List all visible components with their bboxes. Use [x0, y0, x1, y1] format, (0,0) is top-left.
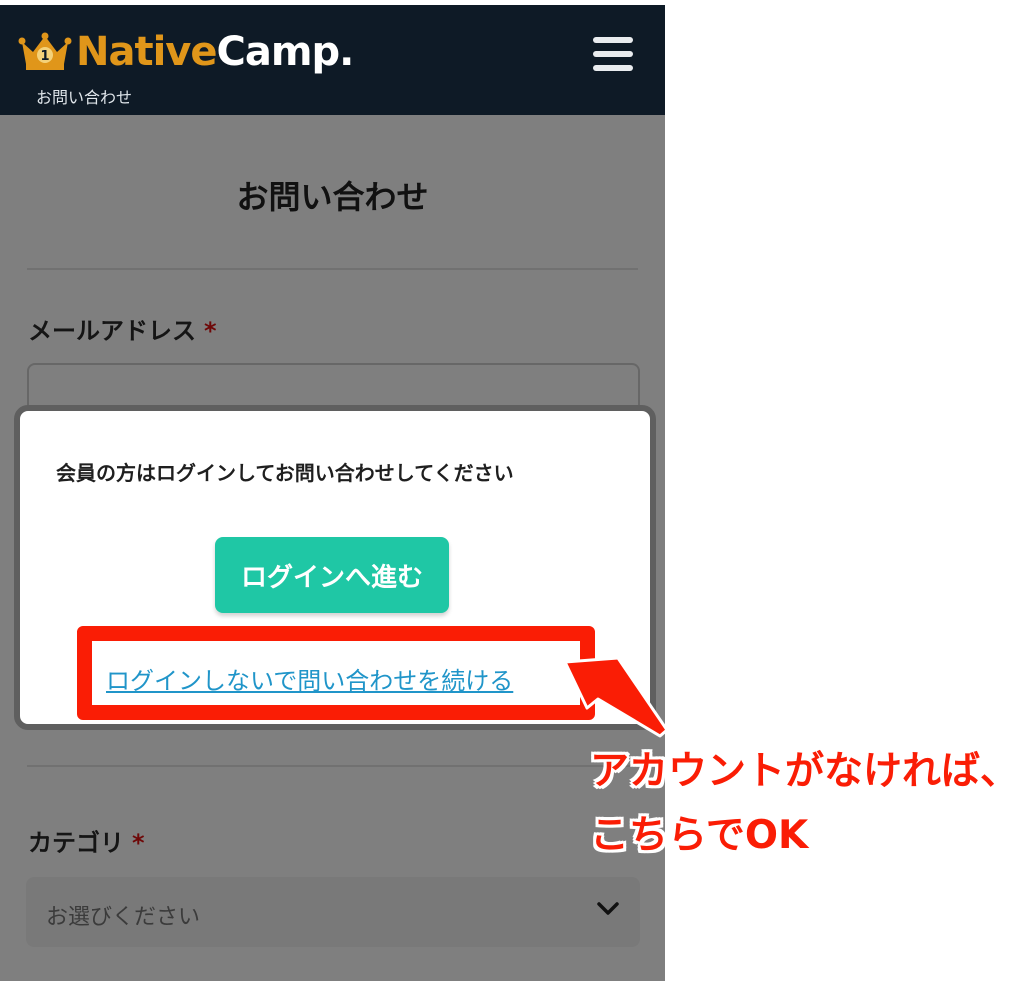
header-subtitle: お問い合わせ	[36, 88, 133, 107]
hamburger-icon[interactable]	[593, 37, 633, 71]
svg-text:1: 1	[40, 49, 49, 64]
highlight-box	[77, 626, 595, 720]
app-header: 1 NativeCamp. お問い合わせ	[0, 5, 665, 115]
logo-native-text: Native	[76, 29, 218, 75]
modal-message: 会員の方はログインしてお問い合わせしてください	[56, 461, 514, 485]
callout-text-line2: こちらでOK	[590, 813, 809, 858]
logo-camp-text: Camp.	[216, 29, 355, 75]
nativecamp-logo[interactable]: 1 NativeCamp.	[18, 27, 355, 77]
login-button[interactable]: ログインへ進む	[215, 537, 449, 613]
callout-text-line1: アカウントがなければ、	[590, 749, 1020, 794]
crown-icon: 1	[18, 32, 72, 70]
